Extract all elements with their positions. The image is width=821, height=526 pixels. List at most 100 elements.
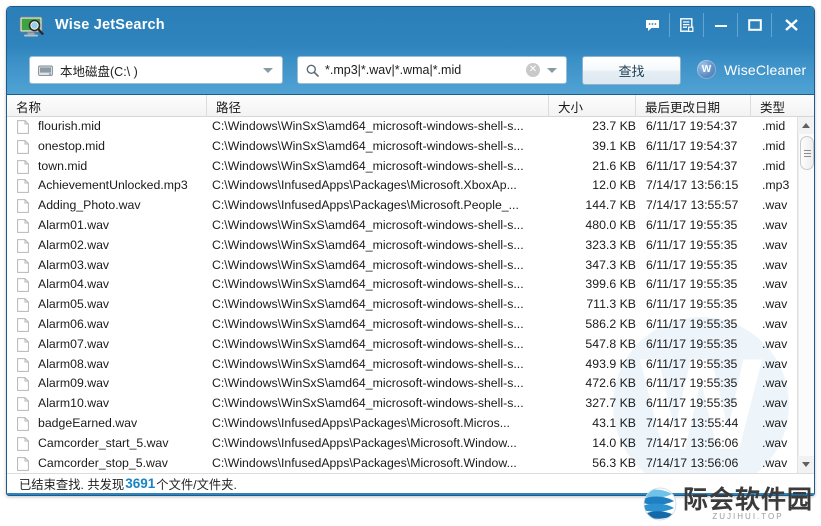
cell-date: 6/11/17 19:55:35: [646, 316, 738, 331]
cell-name: Alarm08.wav: [38, 356, 110, 371]
monitor-magnifier-icon: [19, 16, 45, 38]
cell-date: 6/11/17 19:55:35: [646, 356, 738, 371]
table-row[interactable]: Camcorder_stop_5.wav C:\Windows\InfusedAp…: [7, 454, 814, 473]
table-row[interactable]: badgeEarned.wav C:\Windows\InfusedApps\Pa…: [7, 414, 814, 434]
cell-size: 323.3 KB: [585, 237, 636, 252]
menu-list-icon[interactable]: [670, 13, 704, 37]
table-row[interactable]: Alarm04.wav C:\Windows\WinSxS\amd64_micro…: [7, 275, 814, 295]
file-rows: flourish.mid C:\Windows\WinSxS\amd64_micr…: [7, 117, 814, 473]
cell-path: C:\Windows\WinSxS\amd64_microsoft-window…: [212, 336, 524, 351]
table-row[interactable]: Alarm07.wav C:\Windows\WinSxS\amd64_micro…: [7, 335, 814, 355]
column-header-date[interactable]: 最后更改日期: [636, 95, 751, 117]
column-header-path[interactable]: 路径: [207, 95, 549, 117]
feedback-bubble-icon[interactable]: [636, 13, 670, 37]
cell-path: C:\Windows\WinSxS\amd64_microsoft-window…: [212, 316, 524, 331]
table-row[interactable]: Alarm01.wav C:\Windows\WinSxS\amd64_micro…: [7, 216, 814, 236]
cell-name: town.mid: [38, 158, 88, 173]
status-prefix: 已结束查找. 共发现: [19, 477, 125, 492]
wisecleaner-brand[interactable]: W WiseCleaner: [697, 60, 806, 79]
cell-name: Alarm10.wav: [38, 396, 110, 411]
table-row[interactable]: Adding_Photo.wav C:\Windows\InfusedApps\P…: [7, 196, 814, 216]
caret-up-icon: [802, 123, 810, 128]
table-row[interactable]: Camcorder_start_5.wav C:\Windows\InfusedA…: [7, 434, 814, 454]
chevron-down-icon: [263, 68, 273, 73]
cell-size: 39.1 KB: [592, 138, 636, 153]
cell-size: 43.1 KB: [592, 415, 636, 430]
cell-path: C:\Windows\WinSxS\amd64_microsoft-window…: [212, 237, 524, 252]
file-icon: [17, 397, 29, 412]
table-row[interactable]: Alarm10.wav C:\Windows\WinSxS\amd64_micro…: [7, 394, 814, 414]
scroll-up-button[interactable]: [798, 117, 814, 134]
column-header-name[interactable]: 名称: [7, 95, 207, 117]
table-row[interactable]: Alarm05.wav C:\Windows\WinSxS\amd64_micro…: [7, 295, 814, 315]
cell-path: C:\Windows\WinSxS\amd64_microsoft-window…: [212, 217, 524, 232]
site-url: ZUJIHUI.TOP: [712, 512, 784, 521]
cell-path: C:\Windows\WinSxS\amd64_microsoft-window…: [212, 376, 524, 391]
site-name: 际会软件园: [682, 485, 813, 514]
site-watermark-texts: 际会软件园 ZUJIHUI.TOP: [683, 486, 813, 522]
file-icon: [17, 159, 29, 174]
title-bar: Wise JetSearch 本地磁盘(C:\) *.mp3|*.wav|*.…: [7, 7, 814, 95]
cell-size: 327.7 KB: [585, 396, 636, 411]
list-scrollbar[interactable]: [797, 117, 814, 473]
cell-path: C:\Windows\InfusedApps\Packages\Microsof…: [212, 455, 517, 470]
file-icon: [17, 199, 29, 214]
cell-date: 7/14/17 13:56:06: [646, 435, 739, 450]
file-icon: [17, 139, 29, 154]
table-row[interactable]: AchievementUnlocked.mp3 C:\Windows\Infuse…: [7, 176, 814, 196]
cell-date: 6/11/17 19:55:35: [646, 297, 738, 312]
table-row[interactable]: Alarm08.wav C:\Windows\WinSxS\amd64_micro…: [7, 355, 814, 375]
clear-search-icon[interactable]: ✕: [526, 63, 540, 77]
cell-size: 480.0 KB: [585, 217, 636, 232]
scrollbar-track[interactable]: [798, 134, 814, 456]
cell-path: C:\Windows\WinSxS\amd64_microsoft-window…: [212, 158, 524, 173]
status-result-count: 3691: [125, 476, 156, 491]
cell-size: 711.3 KB: [586, 297, 636, 312]
find-button[interactable]: 查找: [582, 56, 681, 85]
cell-name: onestop.mid: [38, 138, 105, 153]
drive-select[interactable]: 本地磁盘(C:\ ): [29, 56, 283, 84]
cell-size: 12.0 KB: [592, 178, 636, 193]
table-row[interactable]: town.mid C:\Windows\WinSxS\amd64_microsof…: [7, 157, 814, 177]
cell-name: Alarm02.wav: [38, 237, 110, 252]
search-input-value: *.mp3|*.wav|*.wma|*.mid: [325, 63, 462, 77]
minimize-icon[interactable]: [704, 13, 738, 37]
status-suffix: 个文件/文件夹.: [156, 477, 237, 492]
cell-size: 472.6 KB: [585, 376, 636, 391]
cell-date: 6/11/17 19:54:37: [646, 158, 738, 173]
site-watermark: 际会软件园 ZUJIHUI.TOP: [642, 486, 813, 522]
cell-name: Alarm03.wav: [38, 257, 110, 272]
cell-date: 6/11/17 19:55:35: [646, 217, 738, 232]
column-header-size[interactable]: 大小: [549, 95, 636, 117]
maximize-icon[interactable]: [738, 13, 772, 37]
cell-path: C:\Windows\WinSxS\amd64_microsoft-window…: [212, 138, 524, 153]
scrollbar-thumb[interactable]: [800, 136, 814, 170]
cell-date: 7/14/17 13:55:44: [646, 415, 739, 430]
scroll-down-button[interactable]: [798, 456, 814, 473]
cell-name: Adding_Photo.wav: [38, 198, 141, 213]
table-row[interactable]: onestop.mid C:\Windows\WinSxS\amd64_micro…: [7, 137, 814, 157]
table-row[interactable]: flourish.mid C:\Windows\WinSxS\amd64_micr…: [7, 117, 814, 137]
drive-select-value: 本地磁盘(C:\ ): [60, 64, 138, 79]
file-icon: [17, 120, 29, 134]
search-history-chevron-down-icon[interactable]: [547, 67, 557, 73]
file-icon: [17, 258, 29, 273]
cell-date: 6/11/17 19:54:37: [646, 119, 738, 133]
table-row[interactable]: Alarm09.wav C:\Windows\WinSxS\amd64_micro…: [7, 374, 814, 394]
cell-name: badgeEarned.wav: [38, 415, 138, 430]
cell-date: 7/14/17 13:56:06: [646, 455, 739, 470]
table-row[interactable]: Alarm02.wav C:\Windows\WinSxS\amd64_micro…: [7, 236, 814, 256]
file-icon: [17, 238, 29, 253]
close-icon[interactable]: [772, 13, 810, 37]
caret-down-icon: [802, 462, 810, 467]
cell-path: C:\Windows\WinSxS\amd64_microsoft-window…: [212, 356, 524, 371]
table-row[interactable]: Alarm06.wav C:\Windows\WinSxS\amd64_micro…: [7, 315, 814, 335]
table-row[interactable]: Alarm03.wav C:\Windows\WinSxS\amd64_micro…: [7, 256, 814, 276]
cell-name: AchievementUnlocked.mp3: [38, 178, 188, 193]
cell-path: C:\Windows\WinSxS\amd64_microsoft-window…: [212, 297, 524, 312]
file-icon: [17, 357, 29, 372]
cell-path: C:\Windows\InfusedApps\Packages\Microsof…: [212, 178, 517, 193]
file-icon: [17, 456, 29, 471]
column-header-type[interactable]: 类型: [751, 95, 814, 117]
search-input[interactable]: *.mp3|*.wav|*.wma|*.mid ✕: [297, 56, 567, 84]
